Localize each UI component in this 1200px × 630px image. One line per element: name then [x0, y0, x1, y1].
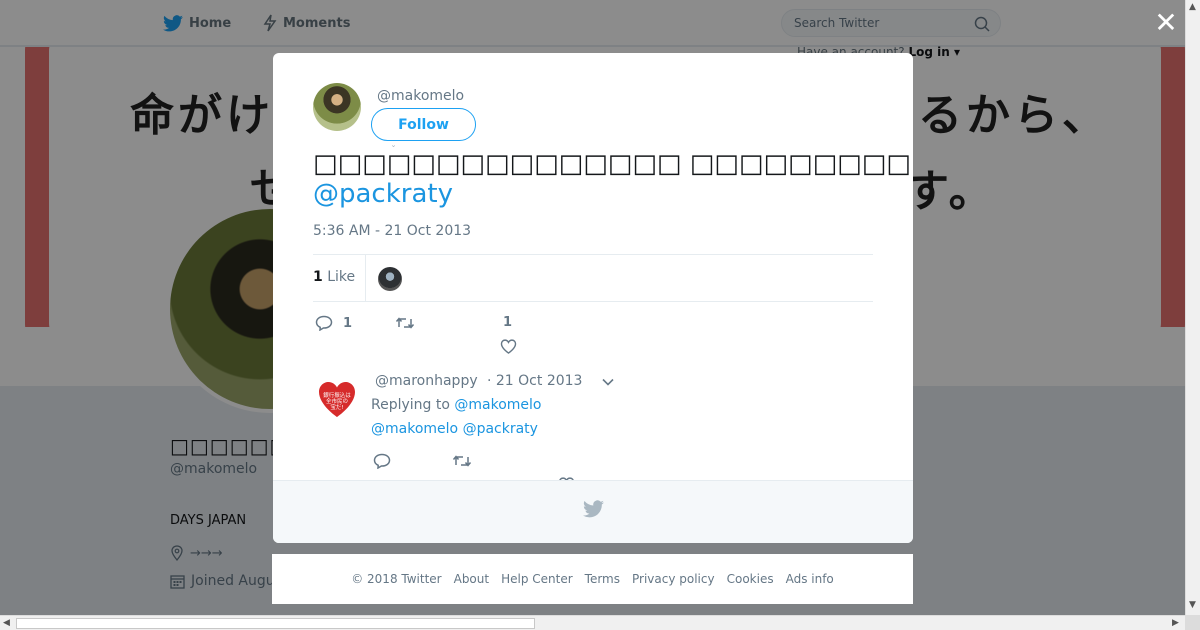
replying-to-handle[interactable]: @makomelo — [454, 397, 541, 413]
like-count: 1 — [313, 269, 323, 285]
footer-link-terms[interactable]: Terms — [585, 572, 620, 586]
reply-icon — [373, 453, 391, 469]
tweet-author-avatar[interactable] — [313, 83, 361, 131]
horizontal-scroll-thumb[interactable] — [16, 618, 535, 629]
scrollbar-corner — [1185, 615, 1200, 630]
follow-button[interactable]: Follow — [371, 108, 476, 141]
twitter-bird-icon — [583, 500, 604, 518]
scroll-right-arrow-icon[interactable]: ▶ — [1172, 618, 1179, 628]
tweet-text: □□□□□□□□□□□□□□□ □□□□□□□□□□□□□□□□□□□□□□□□… — [313, 149, 913, 179]
site-footer: © 2018 Twitter About Help Center Terms P… — [272, 554, 913, 604]
liker-avatar[interactable] — [378, 267, 402, 291]
footer-link-privacy[interactable]: Privacy policy — [632, 572, 715, 586]
retweet-action[interactable] — [395, 315, 425, 331]
like-label: Like — [327, 269, 356, 285]
svg-text:宝だ!: 宝だ! — [330, 403, 343, 411]
footer-link-ads-info[interactable]: Ads info — [786, 572, 834, 586]
avatar-badge-text: 銀行振込は — [323, 391, 351, 399]
reply-body: @makomelo @packraty — [371, 421, 538, 437]
svg-text:全市民の: 全市民の — [326, 397, 348, 405]
reply-retweet-action[interactable] — [452, 453, 472, 469]
footer-link-help-center[interactable]: Help Center — [501, 572, 573, 586]
heart-badge-avatar: 銀行振込は 全市民の 宝だ! — [319, 382, 355, 417]
tweet-author-handle[interactable]: @makomelo — [377, 88, 464, 104]
tweet-mention-link[interactable]: @packraty — [313, 178, 453, 210]
reply-author-handle[interactable]: @maronhappy — [375, 373, 478, 389]
footer-link-cookies[interactable]: Cookies — [727, 572, 774, 586]
reply-mention-2[interactable]: @packraty — [463, 421, 538, 437]
footer-copyright: © 2018 Twitter — [351, 572, 442, 586]
retweet-icon — [395, 317, 415, 329]
like-action-count: 1 — [503, 315, 513, 330]
like-action[interactable] — [500, 339, 517, 354]
reply-icon — [315, 315, 333, 331]
stat-divider — [365, 255, 366, 301]
modal-footer — [273, 480, 913, 543]
like-count-action[interactable]: 1 — [503, 315, 512, 330]
close-icon[interactable]: ✕ — [1154, 9, 1178, 37]
likes-stat[interactable]: 1 Like — [313, 269, 355, 285]
footer-link-about[interactable]: About — [454, 572, 489, 586]
scroll-up-arrow-icon[interactable]: ▲ — [1189, 2, 1196, 12]
reply-mention-1[interactable]: @makomelo — [371, 421, 458, 437]
chevron-down-icon[interactable] — [601, 375, 615, 389]
horizontal-scrollbar[interactable]: ◀ ▶ — [0, 615, 1185, 630]
vertical-scrollbar[interactable]: ▲ ▼ — [1185, 0, 1200, 615]
tweet-timestamp[interactable]: 5:36 AM - 21 Oct 2013 — [313, 223, 471, 239]
reply-date[interactable]: · 21 Oct 2013 — [487, 373, 582, 389]
scroll-down-arrow-icon[interactable]: ▼ — [1189, 600, 1196, 610]
reply-author-avatar[interactable]: 銀行振込は 全市民の 宝だ! — [313, 375, 361, 423]
reply-count: 1 — [343, 315, 353, 331]
tweet-stats: 1 Like — [313, 254, 873, 302]
retweet-icon — [452, 455, 472, 467]
replying-to-prefix: Replying to — [371, 397, 450, 413]
replying-to: Replying to @makomelo — [371, 397, 542, 413]
heart-icon — [500, 339, 517, 354]
scroll-left-arrow-icon[interactable]: ◀ — [3, 618, 10, 628]
reply-action[interactable]: 1 — [315, 315, 352, 331]
tweet-permalink: @makomelo Follow ˇ □□□□□□□□□□□□□□□ □□□□□… — [273, 53, 913, 492]
tweet-modal: @makomelo Follow ˇ □□□□□□□□□□□□□□□ □□□□□… — [273, 53, 913, 543]
reply-reply-action[interactable] — [373, 453, 391, 469]
